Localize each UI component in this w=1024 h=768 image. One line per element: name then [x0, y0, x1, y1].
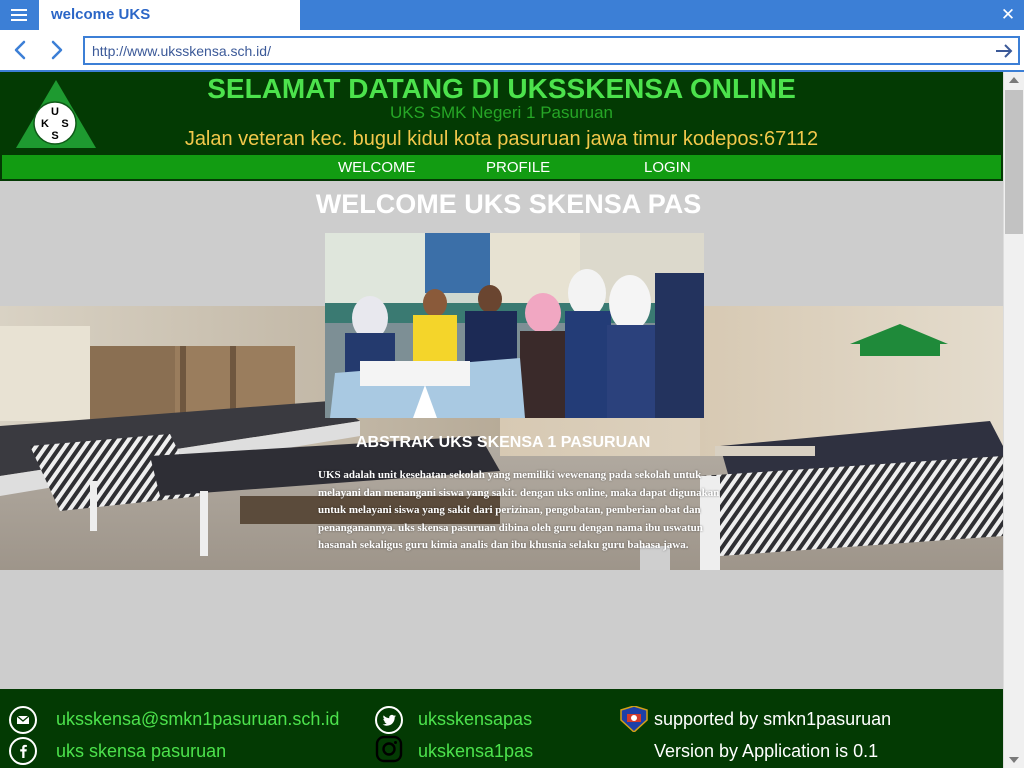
scroll-down-arrow-icon[interactable]: [1004, 751, 1024, 768]
email-link[interactable]: uksskensa@smkn1pasuruan.sch.id: [56, 709, 339, 730]
back-arrow-icon[interactable]: [10, 39, 32, 61]
site-footer: uksskensa@smkn1pasuruan.sch.id uks skens…: [0, 689, 1003, 768]
group-photo: [325, 233, 704, 418]
nav-login-link[interactable]: LOGIN: [644, 159, 691, 176]
site-address: Jalan veteran kec. bugul kidul kota pasu…: [0, 128, 1003, 151]
menu-icon-bar: [11, 19, 27, 21]
menu-button[interactable]: [0, 0, 38, 30]
email-icon[interactable]: [9, 706, 37, 734]
instagram-link[interactable]: ukskensa1pas: [418, 741, 533, 762]
address-bar: [83, 36, 1020, 65]
go-arrow-icon[interactable]: [994, 41, 1014, 61]
site-subtitle: UKS SMK Negeri 1 Pasuruan: [0, 103, 1003, 123]
twitter-icon[interactable]: [375, 706, 403, 734]
facebook-icon[interactable]: [9, 737, 37, 765]
abstract-text: UKS adalah unit kesehatan sekolah yang m…: [318, 469, 720, 551]
vertical-scrollbar[interactable]: [1003, 72, 1024, 768]
site-address-text: Jalan veteran kec. bugul kidul kota pasu…: [184, 128, 819, 150]
site-subtitle-text: UKS SMK Negeri 1 Pasuruan: [390, 103, 613, 122]
nav-profile-link[interactable]: PROFILE: [486, 159, 550, 176]
school-emblem-icon: [620, 706, 648, 732]
menu-icon-bar: [11, 14, 27, 16]
site-title-text: SELAMAT DATANG DI UKSSKENSA ONLINE: [207, 73, 796, 104]
scrollbar-thumb[interactable]: [1005, 90, 1023, 234]
instagram-icon[interactable]: [375, 735, 403, 763]
site-title: SELAMAT DATANG DI UKSSKENSA ONLINE: [0, 73, 1003, 105]
site-nav: WELCOME PROFILE LOGIN: [0, 153, 1003, 181]
page-viewport: U K S S SELAMAT DATANG DI UKSSKENSA ONLI…: [0, 72, 1024, 768]
scroll-up-arrow-icon[interactable]: [1004, 72, 1024, 89]
welcome-heading: WELCOME UKS SKENSA PAS: [315, 189, 702, 219]
browser-toolbar: [0, 30, 1024, 72]
forward-arrow-icon[interactable]: [45, 39, 67, 61]
version-text: Version by Application is 0.1: [654, 741, 879, 761]
twitter-link[interactable]: uksskensapas: [418, 709, 532, 730]
close-icon[interactable]: ✕: [998, 0, 1018, 30]
facebook-link[interactable]: uks skensa pasuruan: [56, 741, 226, 762]
site-header: U K S S SELAMAT DATANG DI UKSSKENSA ONLI…: [0, 72, 1003, 153]
abstract-title: ABSTRAK UKS SKENSA 1 PASURUAN: [356, 434, 651, 451]
browser-tab[interactable]: welcome UKS: [39, 0, 300, 30]
nav-welcome-link[interactable]: WELCOME: [338, 159, 416, 176]
browser-tab-bar: welcome UKS ✕: [0, 0, 1024, 30]
url-input[interactable]: [85, 38, 985, 63]
tab-title: welcome UKS: [51, 6, 151, 23]
menu-icon: [11, 9, 27, 11]
supported-by-text: supported by smkn1pasuruan: [654, 709, 892, 729]
